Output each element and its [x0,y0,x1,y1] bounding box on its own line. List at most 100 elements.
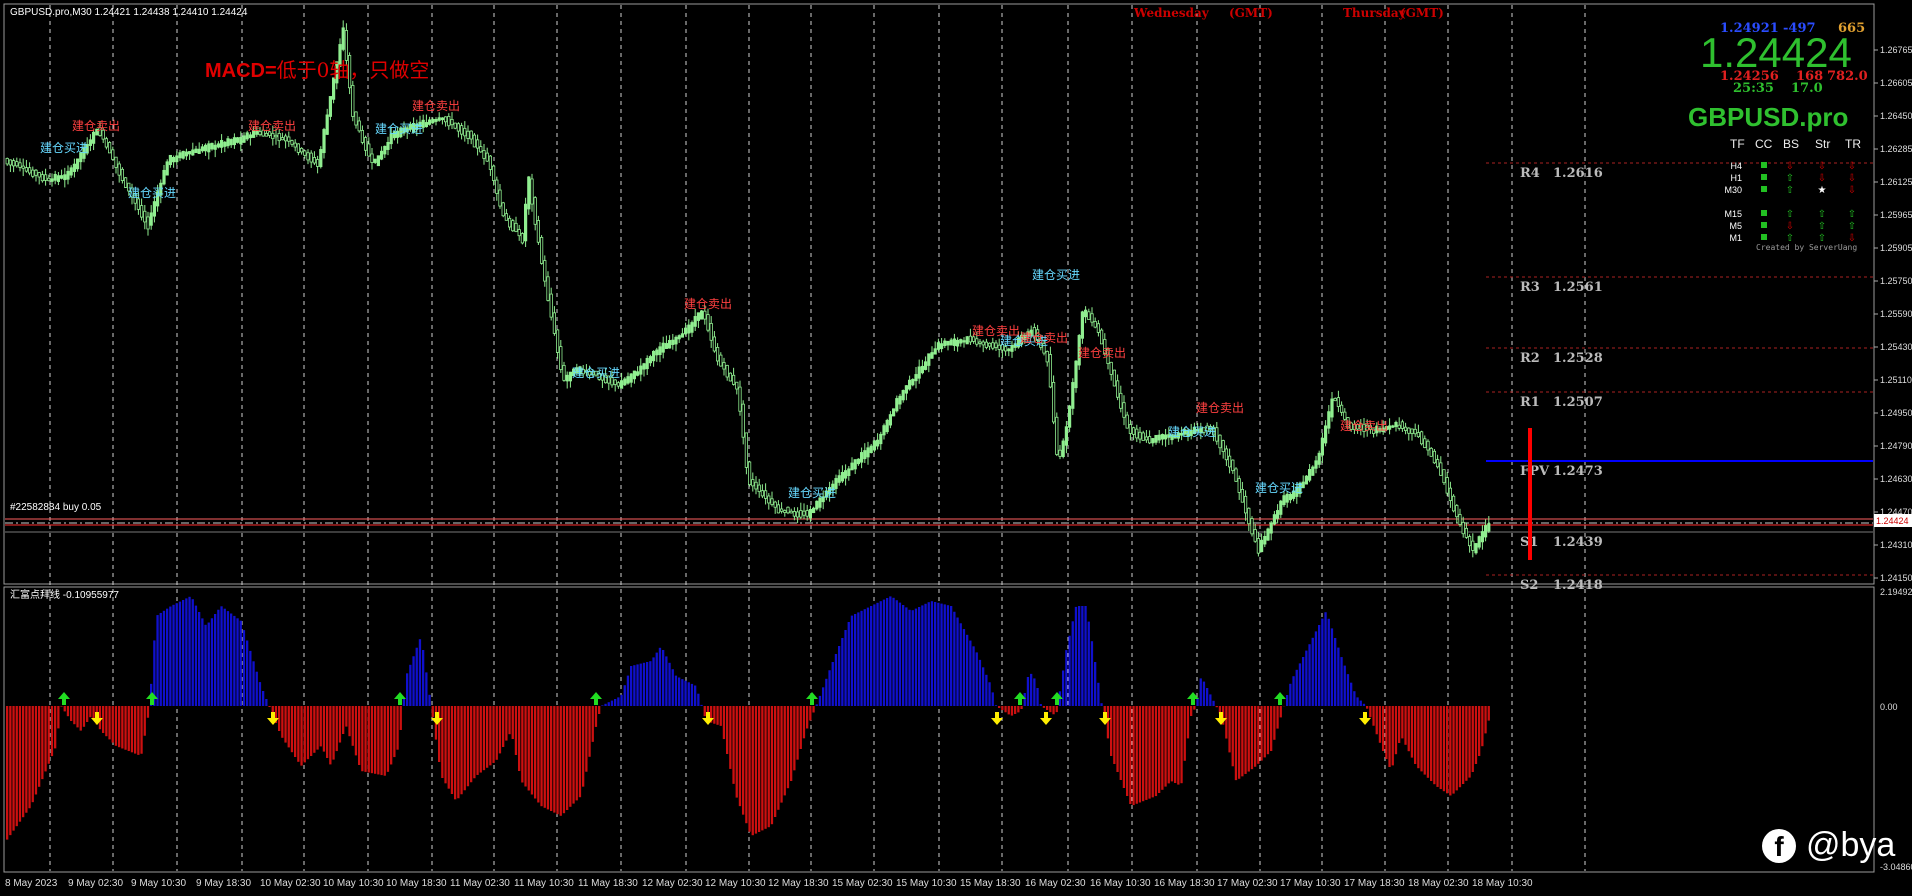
hist-bar-214 [690,683,694,706]
candle-body-195 [629,373,633,383]
candle-body-55 [181,150,185,159]
hist-bar-284 [914,608,918,706]
hist-bar-354 [1138,706,1142,803]
hist-bar-179 [578,706,582,798]
candle-body-222 [716,347,720,362]
candle-body-137 [443,116,448,123]
hist-bar-94 [306,706,310,760]
hist-bar-162 [524,706,527,787]
hist-bar-211 [681,679,684,706]
hist-bar-183 [591,706,594,742]
tf-row-h4: H4 [1730,161,1742,171]
candle-body-100 [325,114,329,135]
hist-bar-325 [1046,706,1049,710]
hist-bar-333 [1071,621,1074,706]
candle-body-333 [1071,382,1075,409]
candle-body-284 [914,374,918,382]
candle-body-156 [504,213,509,221]
hist-bar-120 [390,706,393,765]
candle-body-149 [482,150,486,159]
hist-bar-273 [879,601,882,706]
hist-bar-246 [793,706,796,771]
hist-bar-221 [713,706,716,724]
candle-body-112 [363,137,368,151]
candle-body-260 [837,475,841,483]
candle-body-399 [1282,495,1286,506]
candle-body-59 [194,148,198,154]
hist-bar-161 [521,706,524,783]
hist-bar-78 [255,671,258,706]
candle-body-264 [850,462,854,471]
candle-body-454 [1458,514,1462,525]
candle-body-207 [668,340,672,349]
hist-bar-154 [498,706,502,754]
candle-body-135 [437,117,441,121]
hist-bar-23 [79,706,82,731]
candle-body-83 [271,132,275,140]
hist-bar-192 [620,694,623,706]
candle-body-171 [552,312,557,334]
hist-bar-450 [1446,706,1449,794]
candle-body-31 [104,138,108,148]
candle-body-456 [1464,527,1468,538]
hist-bar-145 [470,706,473,783]
candle-body-50 [165,161,169,176]
candle-body-132 [427,119,432,125]
hist-bar-147 [476,706,479,775]
candle-body-7 [27,167,32,174]
candle-body-440 [1413,428,1417,435]
candle-body-334 [1074,360,1078,389]
candle-body-274 [882,425,886,436]
candle-body-269 [866,447,870,458]
time-tick-6: 10 May 18:30 [386,878,447,889]
tf-row-m5: M5 [1729,221,1742,231]
tf-row-m1: M1 [1729,233,1742,243]
hist-bar-384 [1234,706,1238,781]
price-tick-3: 1.26285 [1880,144,1912,154]
hist-bar-6 [25,706,28,813]
candle-body-229 [738,386,742,412]
candle-body-446 [1432,450,1436,464]
candle-body-16 [56,175,61,182]
hist-bar-331 [1065,650,1068,706]
candle-body-232 [748,461,752,486]
candle-body-94 [306,152,310,161]
session-wednesday-tz: (GMT) [1229,6,1273,20]
candle-body-197 [636,371,640,376]
candle-body-159 [514,222,518,232]
hist-bar-253 [815,704,818,706]
candle-body-109 [354,111,358,126]
hist-bar-362 [1164,706,1167,787]
candle-body-17 [60,175,64,179]
hist-bar-425 [1366,706,1369,709]
candle-body-282 [908,379,912,390]
hist-bar-195 [630,666,633,706]
hist-bar-252 [812,706,815,713]
hist-bar-59 [194,605,198,706]
time-tick-22: 18 May 02:30 [1408,878,1469,889]
current-price-tag: 1.24424 [1876,516,1909,526]
hist-bar-63 [207,622,210,706]
candle-body-6 [24,167,29,172]
tf-row-h1: H1 [1730,173,1742,183]
hist-bar-208 [671,669,674,706]
candle-body-437 [1404,426,1408,431]
hist-bar-19 [66,706,70,717]
hist-bar-266 [857,612,860,706]
price-tick-16: 1.24150 [1880,573,1912,583]
hist-bar-124 [402,698,406,706]
trading-chart[interactable]: R4 1.2616R3 1.2561R2 1.2528R1 1.2507FPV 1.247… [0,0,1912,896]
candle-body-391 [1256,538,1260,554]
hist-bar-27 [92,706,95,720]
candle-body-308 [991,342,995,349]
price-tick-7: 1.25750 [1880,276,1912,286]
candle-body-261 [840,472,845,482]
hist-bar-297 [956,617,959,706]
hist-bar-40 [134,706,137,754]
hist-bar-433 [1391,706,1394,766]
candle-body-150 [485,152,489,162]
hist-bar-217 [700,704,703,706]
tf-tr-icon-m15: ⇧ [1848,209,1856,220]
candle-body-262 [844,470,848,479]
hist-bar-235 [758,706,761,832]
